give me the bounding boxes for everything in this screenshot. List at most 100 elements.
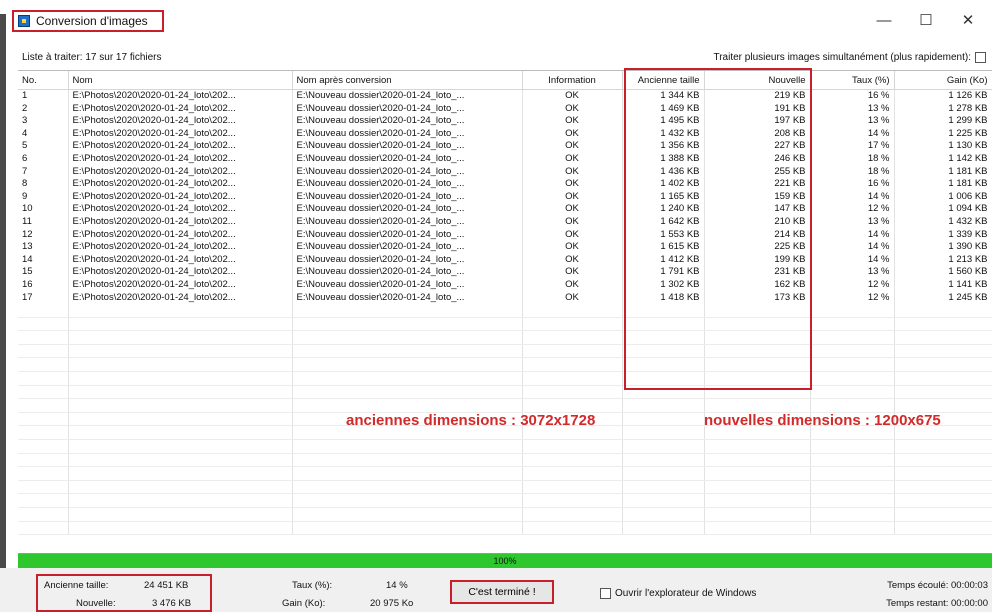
col-information[interactable]: Information <box>522 71 623 90</box>
parallel-option[interactable]: Traiter plusieurs images simultanément (… <box>713 52 986 63</box>
row-number: 14 <box>18 253 69 267</box>
col-converted-name[interactable]: Nom après conversion <box>292 71 523 90</box>
empty-cell <box>622 507 705 522</box>
empty-row <box>18 493 992 508</box>
row-status: OK <box>522 178 623 191</box>
old-dimensions-annotation: anciennes dimensions : 3072x1728 <box>346 412 596 429</box>
empty-row <box>18 507 992 522</box>
close-button[interactable]: ✕ <box>948 10 988 32</box>
empty-cell <box>704 521 811 536</box>
row-number: 5 <box>18 140 69 153</box>
row-status: OK <box>522 152 623 166</box>
old-size-total-label: Ancienne taille: <box>44 580 109 591</box>
empty-row <box>18 466 992 481</box>
row-old-size: 1 402 KB <box>622 178 705 191</box>
empty-cell <box>68 521 293 536</box>
remaining-time: Temps restant: 00:00:00 <box>886 598 988 609</box>
table-row[interactable]: 2 E:\Photos\2020\2020-01-24_loto\202... E:… <box>18 102 992 116</box>
empty-cell <box>68 317 293 332</box>
table-row[interactable]: 15 E:\Photos\2020\2020-01-24_loto\202... E… <box>18 266 992 279</box>
row-old-size: 1 302 KB <box>622 278 705 292</box>
minimize-button[interactable]: — <box>864 10 904 32</box>
table-row[interactable]: 5 E:\Photos\2020\2020-01-24_loto\202... E:… <box>18 140 992 153</box>
source-path: E:\Photos\2020\2020-01-24_loto\202... <box>68 291 293 305</box>
empty-cell <box>894 398 992 413</box>
parallel-checkbox[interactable] <box>975 52 986 63</box>
col-no[interactable]: No. <box>18 71 69 90</box>
converted-path: E:\Nouveau dossier\2020-01-24_loto_... <box>292 278 523 292</box>
row-gain: 1 142 KB <box>894 152 992 166</box>
col-name[interactable]: Nom <box>68 71 293 90</box>
row-new-size: 208 KB <box>704 127 811 141</box>
empty-cell <box>68 398 293 413</box>
empty-cell <box>292 480 523 495</box>
empty-cell <box>18 371 69 386</box>
converted-path: E:\Nouveau dossier\2020-01-24_loto_... <box>292 152 523 166</box>
empty-cell <box>18 398 69 413</box>
empty-cell <box>810 480 895 495</box>
table-row[interactable]: 11 E:\Photos\2020\2020-01-24_loto\202... E… <box>18 215 992 229</box>
table-row[interactable]: 7 E:\Photos\2020\2020-01-24_loto\202... E:… <box>18 165 992 179</box>
table-row[interactable]: 13 E:\Photos\2020\2020-01-24_loto\202... E… <box>18 241 992 254</box>
table-row[interactable]: 3 E:\Photos\2020\2020-01-24_loto\202... E:… <box>18 115 992 128</box>
row-rate: 13 % <box>810 102 895 116</box>
row-rate: 14 % <box>810 190 895 204</box>
table-row[interactable]: 6 E:\Photos\2020\2020-01-24_loto\202... E:… <box>18 152 992 166</box>
row-old-size: 1 344 KB <box>622 89 705 103</box>
open-explorer-checkbox[interactable] <box>600 588 611 599</box>
empty-cell <box>622 439 705 454</box>
maximize-button[interactable]: ☐ <box>906 10 946 32</box>
done-button[interactable]: C'est terminé ! <box>450 580 554 604</box>
source-path: E:\Photos\2020\2020-01-24_loto\202... <box>68 152 293 166</box>
row-number: 1 <box>18 89 69 103</box>
col-rate[interactable]: Taux (%) <box>810 71 895 90</box>
table-row[interactable]: 9 E:\Photos\2020\2020-01-24_loto\202... E:… <box>18 190 992 204</box>
empty-cell <box>68 371 293 386</box>
table-row[interactable]: 1 E:\Photos\2020\2020-01-24_loto\202... E:… <box>18 89 992 103</box>
empty-row <box>18 398 992 413</box>
row-number: 8 <box>18 178 69 191</box>
table-row[interactable]: 4 E:\Photos\2020\2020-01-24_loto\202... E:… <box>18 127 992 141</box>
row-old-size: 1 615 KB <box>622 241 705 254</box>
table-row[interactable]: 17 E:\Photos\2020\2020-01-24_loto\202... E… <box>18 291 992 305</box>
row-rate: 14 % <box>810 253 895 267</box>
row-rate: 12 % <box>810 203 895 216</box>
empty-cell <box>894 521 992 536</box>
col-new-size[interactable]: Nouvelle <box>704 71 811 90</box>
empty-cell <box>622 344 705 359</box>
empty-cell <box>68 412 293 427</box>
empty-cell <box>522 466 623 481</box>
row-new-size: 210 KB <box>704 215 811 229</box>
col-old-size[interactable]: Ancienne taille <box>622 71 705 90</box>
empty-cell <box>622 425 705 441</box>
row-gain: 1 278 KB <box>894 102 992 116</box>
title-bar: Conversion d'images — ☐ ✕ <box>6 0 992 34</box>
table-row[interactable]: 10 E:\Photos\2020\2020-01-24_loto\202... E… <box>18 203 992 216</box>
table-row[interactable]: 14 E:\Photos\2020\2020-01-24_loto\202... E… <box>18 253 992 267</box>
empty-cell <box>292 398 523 413</box>
row-new-size: 219 KB <box>704 89 811 103</box>
source-path: E:\Photos\2020\2020-01-24_loto\202... <box>68 241 293 254</box>
empty-cell <box>810 304 895 318</box>
list-info: Liste à traiter: 17 sur 17 fichiers <box>22 52 162 63</box>
source-path: E:\Photos\2020\2020-01-24_loto\202... <box>68 115 293 128</box>
empty-cell <box>522 521 623 536</box>
table-row[interactable]: 12 E:\Photos\2020\2020-01-24_loto\202... E… <box>18 228 992 242</box>
empty-cell <box>522 439 623 454</box>
empty-cell <box>18 480 69 495</box>
row-gain: 1 141 KB <box>894 278 992 292</box>
row-old-size: 1 495 KB <box>622 115 705 128</box>
empty-cell <box>18 453 69 468</box>
empty-row <box>18 453 992 468</box>
col-gain[interactable]: Gain (Ko) <box>894 71 992 90</box>
row-new-size: 231 KB <box>704 266 811 279</box>
empty-cell <box>18 507 69 522</box>
converted-path: E:\Nouveau dossier\2020-01-24_loto_... <box>292 89 523 103</box>
empty-cell <box>68 480 293 495</box>
table-row[interactable]: 16 E:\Photos\2020\2020-01-24_loto\202... E… <box>18 278 992 292</box>
row-old-size: 1 469 KB <box>622 102 705 116</box>
table-row[interactable]: 8 E:\Photos\2020\2020-01-24_loto\202... E:… <box>18 178 992 191</box>
open-explorer-option[interactable]: Ouvrir l'explorateur de Windows <box>600 588 756 599</box>
row-old-size: 1 791 KB <box>622 266 705 279</box>
row-new-size: 191 KB <box>704 102 811 116</box>
